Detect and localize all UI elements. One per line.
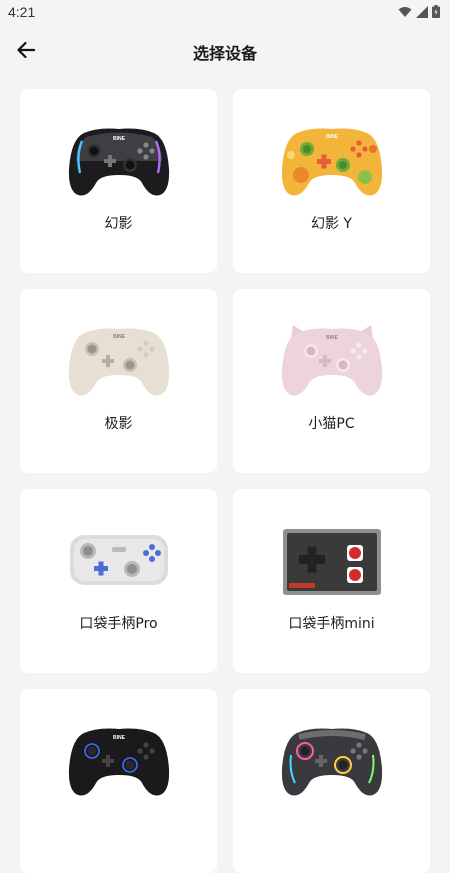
controller-retro-nes-image bbox=[283, 529, 381, 595]
svg-text:BINE: BINE bbox=[113, 334, 126, 340]
device-card-pocket-pro[interactable]: 口袋手柄Pro bbox=[20, 489, 217, 673]
device-card-huanying[interactable]: BINE 幻影 bbox=[20, 89, 217, 273]
device-card-xiaomao-pc[interactable]: BINE 小猫PC bbox=[233, 289, 430, 473]
wifi-icon bbox=[398, 6, 412, 17]
controller-pocket-grey-image bbox=[70, 535, 168, 585]
controller-beige-image: BINE bbox=[68, 328, 170, 396]
device-card-pocket-mini[interactable]: 口袋手柄mini bbox=[233, 489, 430, 673]
device-grid: BINE 幻影 BINE 幻影 Y BINE 极影 BINE 小猫PC 口袋手柄… bbox=[20, 89, 430, 873]
controller-black-rgb-image: BINE bbox=[68, 128, 170, 196]
svg-text:BINE: BINE bbox=[113, 735, 126, 741]
device-name: 幻影 Y bbox=[310, 216, 352, 232]
svg-text:BINE: BINE bbox=[326, 134, 339, 140]
page-title: 选择设备 bbox=[192, 44, 257, 63]
controller-black-blue-image: BINE bbox=[68, 728, 170, 796]
device-card-black-blue[interactable]: BINE bbox=[20, 689, 217, 873]
device-card-jiying[interactable]: BINE 极影 bbox=[20, 289, 217, 473]
app-bar: 选择设备 bbox=[0, 26, 450, 74]
signal-icon bbox=[416, 5, 428, 18]
status-bar: 4:21 bbox=[0, 0, 450, 26]
status-time: 4:21 bbox=[8, 4, 36, 20]
controller-transparent-rgb-image bbox=[281, 728, 383, 796]
battery-icon bbox=[432, 5, 440, 18]
device-name: 极影 bbox=[104, 416, 133, 432]
controller-pink-cat-image: BINE bbox=[281, 325, 383, 396]
device-name: 小猫PC bbox=[308, 416, 355, 432]
status-icons bbox=[398, 5, 440, 18]
device-name: 口袋手柄mini bbox=[288, 616, 375, 632]
device-card-huanying-y[interactable]: BINE 幻影 Y bbox=[233, 89, 430, 273]
svg-text:BINE: BINE bbox=[326, 335, 339, 341]
device-name: 口袋手柄Pro bbox=[79, 616, 158, 632]
controller-orange-pattern-image: BINE bbox=[281, 128, 383, 196]
device-card-transparent-rgb[interactable] bbox=[233, 689, 430, 873]
svg-text:BINE: BINE bbox=[113, 136, 126, 142]
device-name: 幻影 bbox=[104, 216, 133, 232]
